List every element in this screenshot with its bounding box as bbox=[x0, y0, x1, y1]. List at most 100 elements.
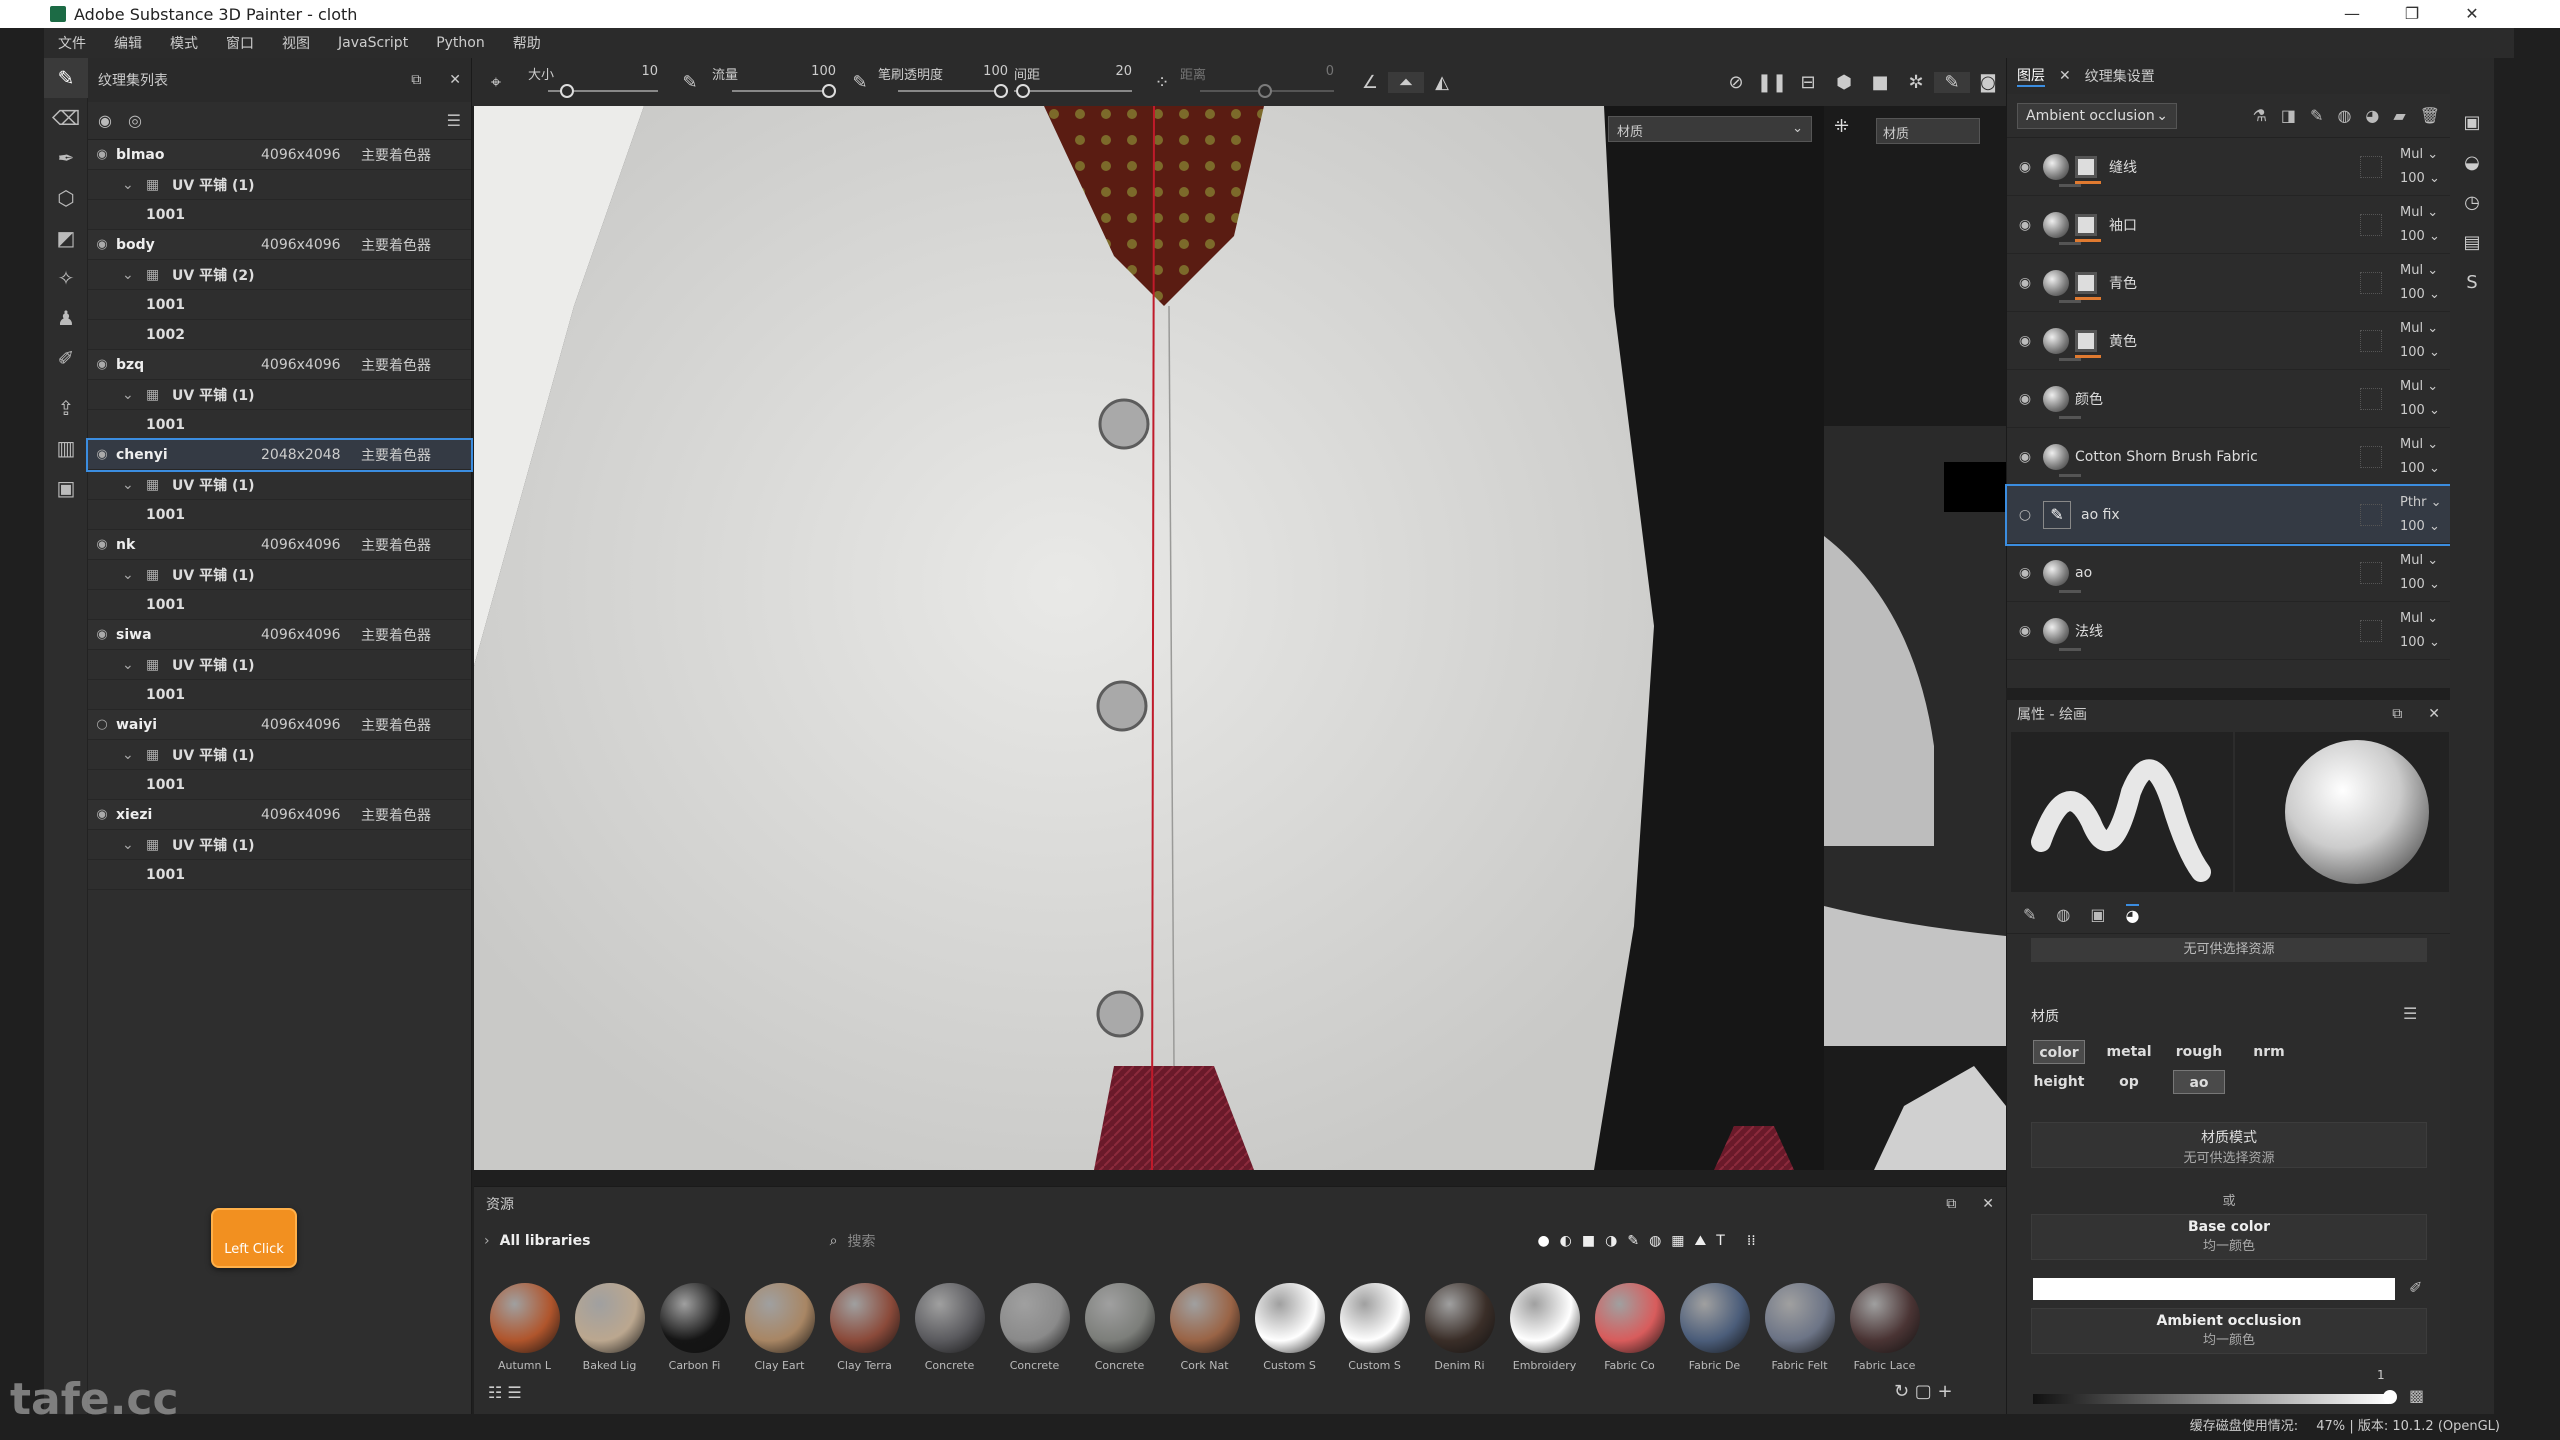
mask-thumbnail-icon[interactable] bbox=[2075, 213, 2101, 242]
screenshot-icon[interactable]: ◙ bbox=[1970, 72, 2006, 93]
grid-view-icon[interactable]: ⁜ bbox=[1834, 116, 1868, 142]
material-picker-tool-icon[interactable]: ♟ bbox=[44, 298, 88, 338]
eye-icon[interactable]: ◉ bbox=[88, 237, 116, 252]
layer-checkbox[interactable] bbox=[2360, 329, 2382, 352]
layer-checkbox[interactable] bbox=[2360, 619, 2382, 642]
alpha-tab-icon[interactable]: ◍ bbox=[2056, 905, 2070, 924]
texture-set-waiyi[interactable]: ○ waiyi 4096x4096 主要着色器 bbox=[88, 710, 471, 740]
smudge-tool-icon[interactable]: ◩ bbox=[44, 218, 88, 258]
uv-tile-group[interactable]: ⌄ ▦ UV 平铺 (1) bbox=[88, 560, 471, 590]
menu-mode[interactable]: 模式 bbox=[156, 33, 212, 53]
layer-opacity[interactable]: 100 bbox=[2400, 345, 2425, 360]
chevron-down-icon[interactable]: ⌄ bbox=[122, 657, 146, 673]
tab-texture-set-settings[interactable]: 纹理集设置 bbox=[2085, 66, 2155, 86]
flow-slider[interactable]: 流量 100 bbox=[712, 58, 836, 106]
brush-preset-icon[interactable]: ⌖ bbox=[478, 72, 514, 93]
layer-row[interactable]: ◉ 缝线 Mul ⌄ 100 ⌄ bbox=[2007, 138, 2450, 196]
uv-tile[interactable]: 1001 bbox=[88, 590, 471, 620]
log-icon[interactable]: ▤ bbox=[2450, 222, 2494, 262]
channel-dropdown[interactable]: Ambient occlusion ⌄ bbox=[2017, 102, 2177, 129]
history-icon[interactable]: ◷ bbox=[2450, 182, 2494, 222]
material-tab-icon[interactable]: ◕ bbox=[2125, 904, 2140, 925]
mask-thumbnail-icon[interactable] bbox=[2075, 271, 2101, 300]
ao-value-slider[interactable] bbox=[2033, 1394, 2389, 1404]
pen-pressure-icon[interactable]: ✎ bbox=[672, 72, 708, 93]
chevron-down-icon[interactable]: ⌄ bbox=[122, 837, 146, 853]
3d-viewport[interactable]: 材质 ⌄ bbox=[474, 106, 1824, 1170]
layer-row[interactable]: ◉ Cotton Shorn Brush Fabric Mul ⌄ 100 ⌄ bbox=[2007, 428, 2450, 486]
close-panel-icon[interactable]: ✕ bbox=[2428, 706, 2440, 722]
layer-row[interactable]: ◉ 袖口 Mul ⌄ 100 ⌄ bbox=[2007, 196, 2450, 254]
asset-thumbnail[interactable]: Denim Ri bbox=[1423, 1283, 1496, 1372]
asset-thumbnail[interactable]: Autumn L bbox=[488, 1283, 561, 1372]
eye-icon[interactable]: ◉ bbox=[2007, 565, 2043, 581]
layer-checkbox[interactable] bbox=[2360, 155, 2382, 178]
asset-thumbnail[interactable]: Concrete bbox=[1083, 1283, 1156, 1372]
chevron-down-icon[interactable]: ⌄ bbox=[122, 267, 146, 283]
asset-thumbnail[interactable]: Clay Eart bbox=[743, 1283, 816, 1372]
close-panel-icon[interactable]: ✕ bbox=[449, 72, 461, 88]
layer-opacity[interactable]: 100 bbox=[2400, 229, 2425, 244]
layer-opacity[interactable]: 100 bbox=[2400, 461, 2425, 476]
eye-icon[interactable]: ◉ bbox=[2007, 623, 2043, 639]
texture-set-nk[interactable]: ◉ nk 4096x4096 主要着色器 bbox=[88, 530, 471, 560]
float-panel-icon[interactable]: ⧉ bbox=[2392, 706, 2402, 722]
asset-thumbnail[interactable]: Concrete bbox=[998, 1283, 1071, 1372]
layer-row[interactable]: ◉ ao Mul ⌄ 100 ⌄ bbox=[2007, 544, 2450, 602]
layer-opacity[interactable]: 100 bbox=[2400, 519, 2425, 534]
assets-search-input[interactable]: 搜索 bbox=[847, 1231, 1527, 1251]
add-smart-material-icon[interactable]: ◕ bbox=[2365, 106, 2379, 125]
minimize-button[interactable]: — bbox=[2332, 0, 2372, 28]
eye-icon[interactable]: ◉ bbox=[2007, 391, 2043, 407]
asset-thumbnail[interactable]: Custom S bbox=[1253, 1283, 1326, 1372]
eye-icon[interactable]: ◉ bbox=[88, 807, 116, 822]
chevron-down-icon[interactable]: ⌄ bbox=[122, 567, 146, 583]
layer-row[interactable]: ◉ 法线 Mul ⌄ 100 ⌄ bbox=[2007, 602, 2450, 660]
filter-textures-icon[interactable]: ▦ bbox=[1671, 1233, 1684, 1249]
eyedropper-icon[interactable]: ✐ bbox=[2409, 1278, 2422, 1297]
filter-brushes-icon[interactable]: ✎ bbox=[1627, 1233, 1639, 1249]
texture-set-shader[interactable]: 主要着色器 bbox=[361, 715, 431, 735]
menu-edit[interactable]: 编辑 bbox=[100, 33, 156, 53]
environment-icon[interactable]: ◒ bbox=[2450, 142, 2494, 182]
export-icon[interactable]: ⇪ bbox=[44, 388, 88, 428]
uv-tile[interactable]: 1001 bbox=[88, 860, 471, 890]
close-panel-icon[interactable]: ✕ bbox=[1982, 1196, 1994, 1212]
symmetry-icon[interactable]: ⏶ bbox=[1388, 71, 1424, 93]
chevron-down-icon[interactable]: ⌄ bbox=[122, 747, 146, 763]
layer-opacity[interactable]: 100 bbox=[2400, 287, 2425, 302]
filter-masks-icon[interactable]: ■ bbox=[1582, 1233, 1595, 1249]
menu-help[interactable]: 帮助 bbox=[499, 33, 555, 53]
uv-tile[interactable]: 1001 bbox=[88, 410, 471, 440]
asset-thumbnail[interactable]: Fabric Co bbox=[1593, 1283, 1666, 1372]
refresh-icon[interactable]: ↻ ▢ + bbox=[1894, 1381, 1953, 1402]
layer-blend-mode[interactable]: Mul bbox=[2400, 553, 2423, 568]
camera-view-icon[interactable]: ■ bbox=[1862, 72, 1898, 93]
menu-file[interactable]: 文件 bbox=[44, 33, 100, 53]
texture-set-icon[interactable]: ▣ bbox=[2450, 102, 2494, 142]
ao-slider-knob[interactable] bbox=[2383, 1390, 2397, 1404]
layer-row[interactable]: ◉ 青色 Mul ⌄ 100 ⌄ bbox=[2007, 254, 2450, 312]
channel-ao-button[interactable]: ao bbox=[2173, 1070, 2225, 1094]
asset-thumbnail[interactable]: Clay Terra bbox=[828, 1283, 901, 1372]
layer-opacity[interactable]: 100 bbox=[2400, 635, 2425, 650]
texture-set-body[interactable]: ◉ body 4096x4096 主要着色器 bbox=[88, 230, 471, 260]
grid-view-icon[interactable]: ⁞⁞ bbox=[1747, 1233, 1756, 1249]
polygon-fill-tool-icon[interactable]: ⬡ bbox=[44, 178, 88, 218]
layer-checkbox[interactable] bbox=[2360, 445, 2382, 468]
texture-set-shader[interactable]: 主要着色器 bbox=[361, 145, 431, 165]
add-fill-layer-icon[interactable]: ◍ bbox=[2337, 106, 2351, 125]
base-color-swatch[interactable] bbox=[2033, 1278, 2395, 1300]
pause-icon[interactable]: ❚❚ bbox=[1754, 72, 1790, 93]
chevron-down-icon[interactable]: ⌄ bbox=[122, 387, 146, 403]
eye-icon[interactable]: ◉ bbox=[88, 147, 116, 162]
eye-icon[interactable]: ◉ bbox=[2007, 333, 2043, 349]
chevron-down-icon[interactable]: ⌄ bbox=[122, 177, 146, 193]
channel-op-button[interactable]: op bbox=[2103, 1070, 2155, 1094]
list-view-icon[interactable]: ☷ ☰ bbox=[488, 1383, 522, 1402]
spacing-slider[interactable]: 间距 20 bbox=[1014, 58, 1132, 106]
iray-icon[interactable]: ✲ bbox=[1898, 72, 1934, 93]
layer-checkbox[interactable] bbox=[2360, 561, 2382, 584]
menu-javascript[interactable]: JavaScript bbox=[324, 35, 422, 51]
layer-row[interactable]: ◉ 黄色 Mul ⌄ 100 ⌄ bbox=[2007, 312, 2450, 370]
